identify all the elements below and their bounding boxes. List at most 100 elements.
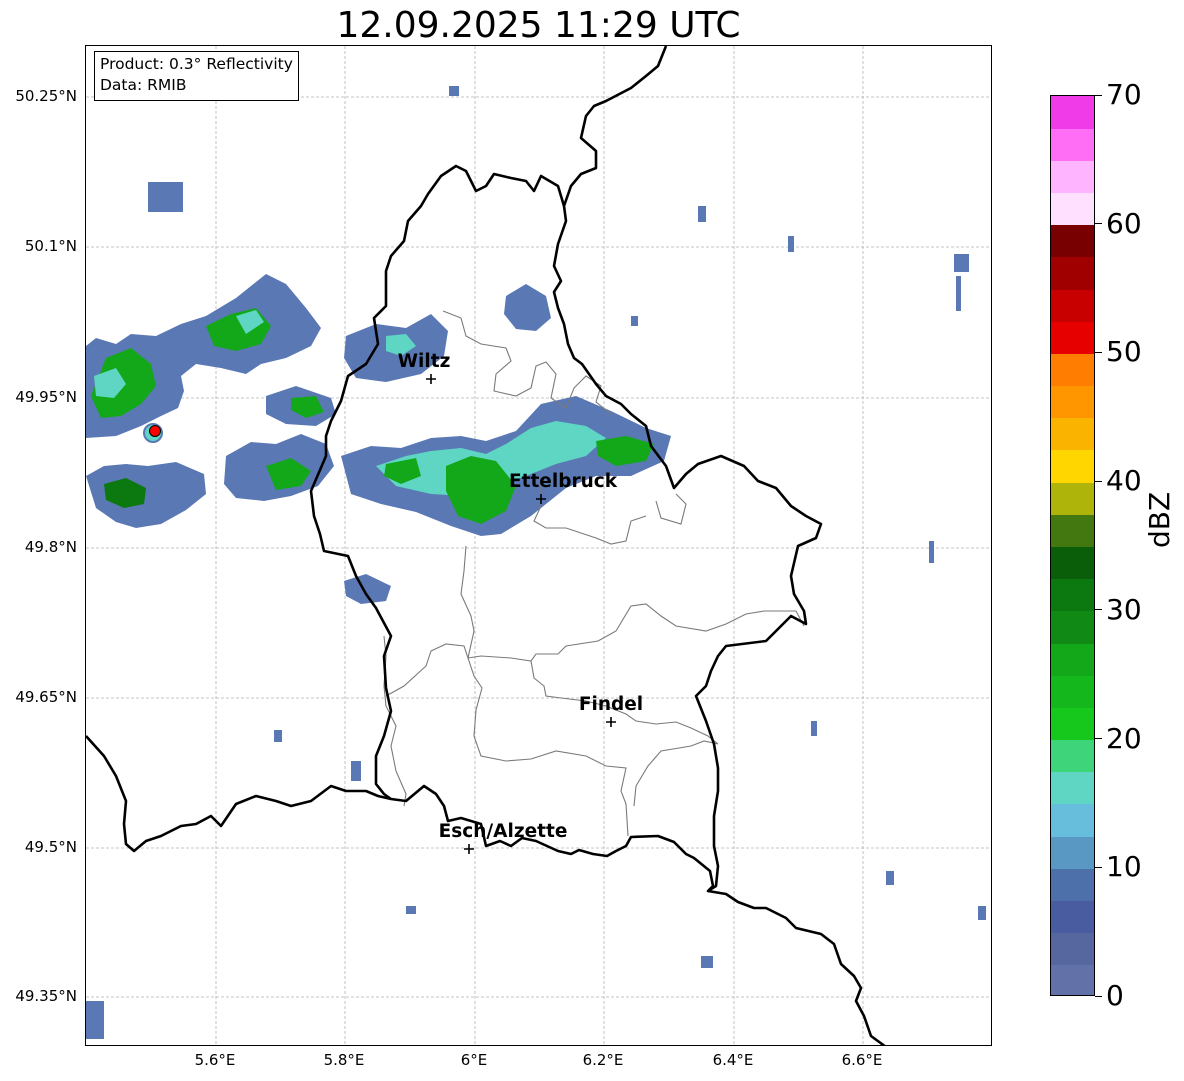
colorbar-segment <box>1051 417 1094 451</box>
colorbar-segment <box>1051 868 1094 901</box>
colorbar-segment <box>1051 771 1094 805</box>
colorbar-segment <box>1051 96 1094 129</box>
clutter-15 <box>886 871 894 885</box>
colorbar-segment <box>1051 546 1094 580</box>
colorbar-tick <box>1095 480 1102 482</box>
lon-label-6-2: 6.2°E <box>582 1051 624 1069</box>
map-canvas <box>86 46 991 1045</box>
colorbar-segment <box>1051 739 1094 773</box>
colorbar-segment <box>1051 643 1094 676</box>
echo-cell-south-west <box>344 574 391 604</box>
colorbar-tick-label: 60 <box>1106 206 1142 240</box>
colorbar-segment <box>1051 449 1094 483</box>
clutter-3 <box>701 956 713 968</box>
city-label-ettelbruck: Ettelbruck <box>508 471 618 492</box>
canton-border-east <box>655 493 687 525</box>
clutter-8 <box>86 1001 104 1039</box>
radar-site-dot <box>149 425 161 437</box>
radar-site-marker <box>143 423 163 443</box>
colorbar <box>1050 95 1095 996</box>
city-marker-findel <box>606 717 616 727</box>
graticule <box>86 46 991 1045</box>
colorbar-segment <box>1051 675 1094 708</box>
clutter-12 <box>811 721 817 736</box>
clutter-7 <box>631 316 638 326</box>
colorbar-segment <box>1051 836 1094 869</box>
colorbar-tick-label: 50 <box>1106 335 1142 369</box>
clutter-13 <box>929 541 934 563</box>
scattered-clutter <box>86 86 986 1039</box>
national-borders <box>86 46 886 1045</box>
colorbar-tick <box>1095 94 1102 96</box>
canton-border-remich <box>633 740 719 807</box>
colorbar-segment <box>1051 610 1094 644</box>
lat-label-49-95: 49.95°N <box>15 388 77 406</box>
city-marker-esch <box>464 844 474 854</box>
canton-border-south-west <box>385 643 469 697</box>
colorbar-tick-label: 0 <box>1106 979 1124 1012</box>
clutter-2 <box>449 86 459 96</box>
colorbar-tick <box>1095 351 1102 353</box>
colorbar-segment <box>1051 224 1094 258</box>
colorbar-tick-label: 10 <box>1106 850 1142 884</box>
echo-cell-north <box>504 284 551 331</box>
colorbar-tick <box>1095 738 1102 740</box>
clutter-16 <box>978 906 986 920</box>
colorbar-segment <box>1051 964 1094 995</box>
lon-label-6-6: 6.6°E <box>841 1051 883 1069</box>
colorbar-segment <box>1051 321 1094 354</box>
radar-map[interactable] <box>85 45 992 1046</box>
colorbar-segment <box>1051 256 1094 290</box>
colorbar-segment <box>1051 707 1094 741</box>
colorbar-segment <box>1051 578 1094 612</box>
colorbar-tick-label: 70 <box>1106 78 1142 111</box>
colorbar-tick-label: 30 <box>1106 592 1142 626</box>
lon-label-6: 6°E <box>460 1051 488 1069</box>
city-label-wiltz: Wiltz <box>397 351 451 372</box>
lat-label-50-1: 50.1°N <box>24 237 77 255</box>
lat-label-49-35: 49.35°N <box>15 987 77 1005</box>
colorbar-segment <box>1051 514 1094 547</box>
city-label-findel: Findel <box>578 694 644 715</box>
colorbar-unit-label: dBZ <box>1143 491 1176 548</box>
colorbar-segment <box>1051 353 1094 387</box>
colorbar-segment <box>1051 289 1094 322</box>
colorbar-tick <box>1095 609 1102 611</box>
clutter-14 <box>956 276 961 311</box>
product-label: Product: 0.3° Reflectivity <box>100 55 293 73</box>
clutter-6 <box>406 906 416 914</box>
lat-label-50-25: 50.25°N <box>15 87 77 105</box>
colorbar-segment <box>1051 128 1094 161</box>
colorbar-segment <box>1051 803 1094 837</box>
colorbar-segment <box>1051 900 1094 934</box>
colorbar-tick <box>1095 995 1102 997</box>
map-title: 12.09.2025 11:29 UTC <box>336 5 741 46</box>
radar-echoes <box>86 86 986 1039</box>
colorbar-tick-label: 20 <box>1106 721 1142 755</box>
city-marker-wiltz <box>426 374 436 384</box>
lat-label-49-8: 49.8°N <box>24 538 77 556</box>
lat-label-49-65: 49.65°N <box>15 688 77 706</box>
border-germany-belgium <box>562 46 668 207</box>
colorbar-tick <box>1095 866 1102 868</box>
clutter-11 <box>788 236 794 252</box>
colorbar-segment <box>1051 482 1094 515</box>
canton-borders <box>383 310 805 837</box>
colorbar-segment <box>1051 160 1094 194</box>
colorbar-segment <box>1051 932 1094 966</box>
product-info-box: Product: 0.3° Reflectivity Data: RMIB <box>94 51 299 101</box>
lon-label-6-4: 6.4°E <box>712 1051 754 1069</box>
clutter-10 <box>698 206 706 222</box>
colorbar-segment <box>1051 192 1094 226</box>
colorbar-tick <box>1095 223 1102 225</box>
clutter-5 <box>274 730 282 742</box>
lat-label-49-5: 49.5°N <box>24 838 77 856</box>
clutter-9 <box>351 761 361 781</box>
clutter-4 <box>954 254 969 272</box>
border-france-germany <box>707 889 886 1045</box>
colorbar-segment <box>1051 385 1094 419</box>
data-source-label: Data: RMIB <box>100 76 187 94</box>
echo-cell-west <box>86 462 206 528</box>
lon-label-5-8: 5.8°E <box>323 1051 365 1069</box>
colorbar-tick-label: 40 <box>1106 464 1142 498</box>
